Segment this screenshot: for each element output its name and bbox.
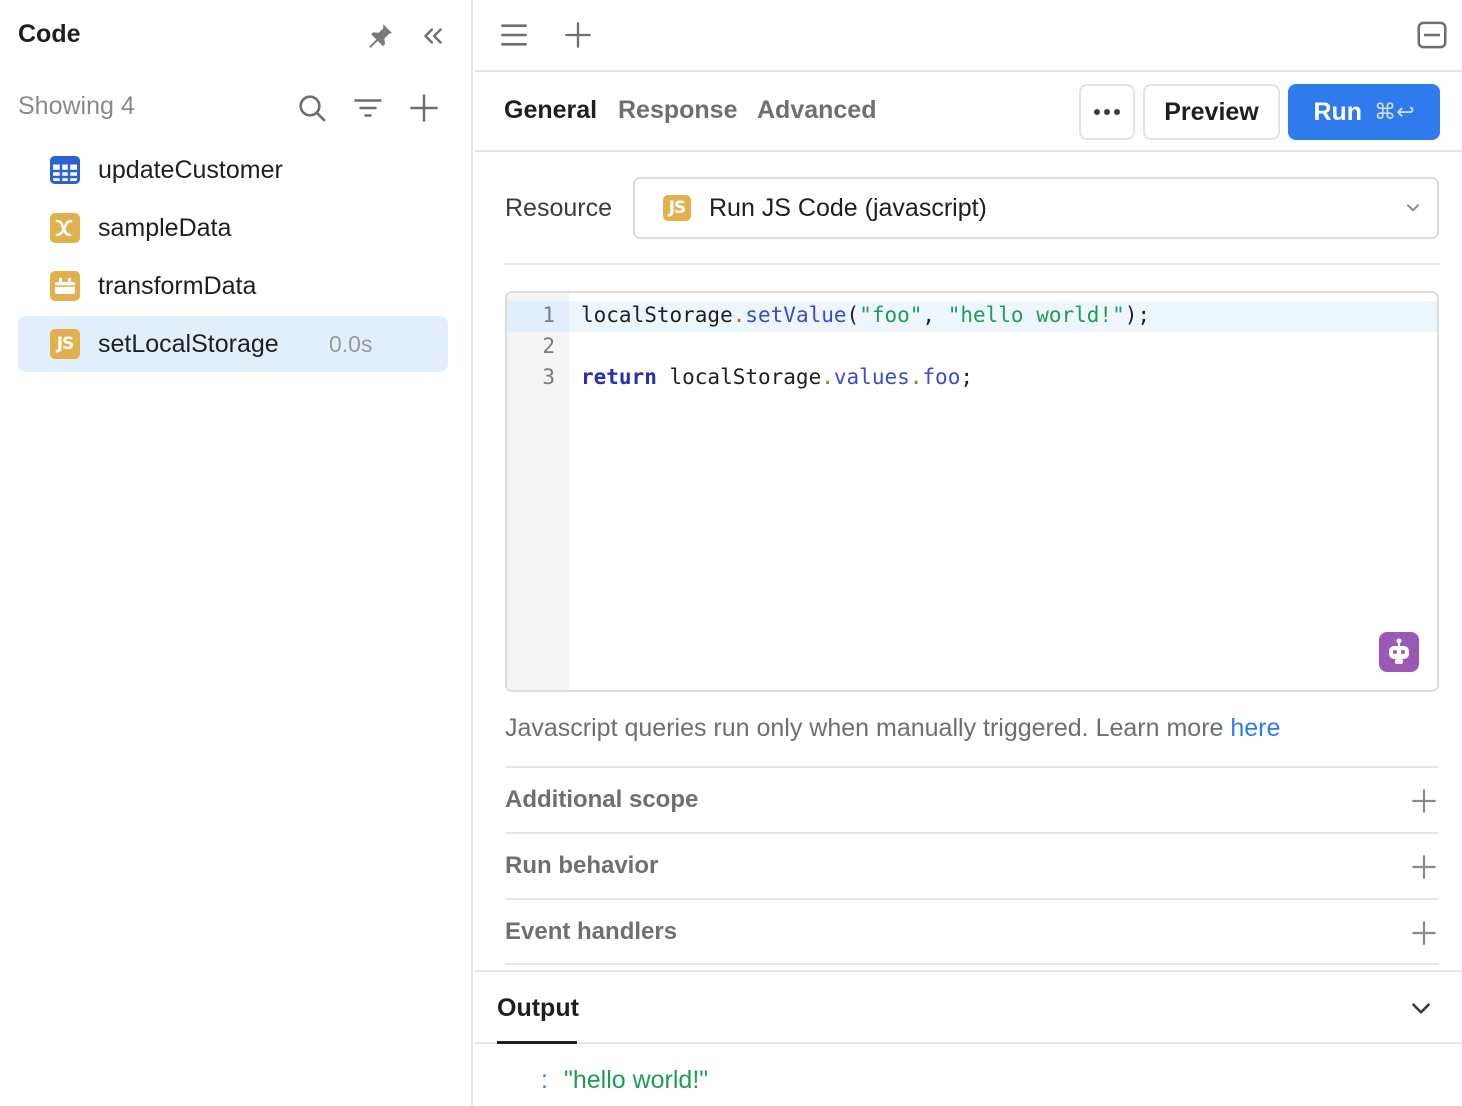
section-title: Event handlers — [505, 918, 678, 945]
code-line-1: localStorage.setValue("foo", "hello worl… — [581, 303, 1151, 327]
plus-icon — [1411, 788, 1437, 819]
js-icon: JS — [50, 329, 80, 359]
tab-advanced[interactable]: Advanced — [757, 96, 876, 125]
divider — [505, 263, 1439, 265]
table-icon — [50, 155, 80, 185]
output-panel-header: Output — [475, 970, 1462, 1044]
section-title: Run behavior — [505, 852, 659, 879]
query-item-transformData[interactable]: transformData — [18, 258, 448, 314]
editor-topbar — [475, 0, 1462, 72]
output-colon: : — [541, 1066, 548, 1094]
output-title[interactable]: Output — [497, 994, 579, 1023]
resource-value: Run JS Code (javascript) — [709, 193, 987, 222]
variable-icon — [50, 213, 80, 243]
note-text: Javascript queries run only when manuall… — [505, 714, 1231, 742]
add-icon[interactable] — [406, 90, 442, 126]
plus-icon — [1411, 854, 1437, 885]
transformer-icon — [50, 271, 80, 301]
output-string: "hello world!" — [563, 1066, 709, 1094]
menu-icon[interactable] — [497, 18, 531, 52]
sidebar-title: Code — [18, 20, 81, 48]
robot-icon — [1389, 638, 1409, 664]
learn-more-link[interactable]: here — [1230, 714, 1280, 742]
divider — [505, 963, 1439, 965]
section-title: Additional scope — [505, 786, 699, 813]
resource-label: Resource — [505, 194, 612, 222]
showing-count: Showing 4 — [18, 92, 135, 120]
query-list: updateCustomer sampleData transformData … — [18, 142, 448, 374]
line-number: 2 — [542, 334, 555, 358]
query-item-label: transformData — [98, 271, 257, 300]
output-tab-indicator — [497, 1041, 577, 1044]
code-editor[interactable]: 1 2 3 localStorage.setValue("foo", "hell… — [505, 291, 1439, 692]
query-item-updateCustomer[interactable]: updateCustomer — [18, 142, 448, 198]
run-shortcut: ⌘↩ — [1374, 99, 1415, 125]
section-additional-scope[interactable]: Additional scope — [505, 766, 1439, 832]
query-item-sampleData[interactable]: sampleData — [18, 200, 448, 256]
line-number: 3 — [542, 365, 555, 389]
code-sidebar: Code Showing 4 updateCustomer sampleData… — [0, 0, 473, 1106]
section-event-handlers[interactable]: Event handlers — [505, 898, 1439, 964]
tab-general[interactable]: General — [504, 96, 597, 125]
query-run-time: 0.0s — [329, 330, 373, 357]
minimize-panel-icon[interactable] — [1415, 18, 1449, 52]
js-icon: JS — [663, 195, 691, 221]
query-item-label: setLocalStorage — [98, 329, 279, 358]
code-line-3: return localStorage.values.foo; — [581, 365, 973, 389]
js-trigger-note: Javascript queries run only when manuall… — [505, 714, 1280, 743]
section-run-behavior[interactable]: Run behavior — [505, 832, 1439, 898]
run-button[interactable]: Run ⌘↩ — [1288, 84, 1440, 140]
query-item-setLocalStorage[interactable]: JS setLocalStorage 0.0s — [18, 316, 448, 372]
chevron-down-icon[interactable] — [1408, 996, 1434, 1027]
ellipsis-icon — [1094, 109, 1120, 115]
more-options-button[interactable] — [1079, 84, 1135, 140]
pin-icon[interactable] — [364, 20, 396, 52]
plus-icon — [1411, 920, 1437, 951]
line-number: 1 — [542, 303, 555, 327]
editor-tabs: General Response Advanced Preview Run ⌘↩ — [475, 72, 1462, 152]
query-item-label: sampleData — [98, 213, 232, 242]
search-icon[interactable] — [294, 90, 330, 126]
query-item-label: updateCustomer — [98, 155, 283, 184]
chevron-down-icon — [1403, 197, 1423, 222]
app-root: Code Showing 4 updateCustomer sampleData… — [0, 0, 1462, 1106]
ai-assist-button[interactable] — [1379, 632, 1419, 672]
query-editor-panel: General Response Advanced Preview Run ⌘↩… — [475, 0, 1462, 1106]
output-value: : "hello world!" — [541, 1066, 708, 1095]
filter-icon[interactable] — [350, 90, 386, 126]
run-button-label: Run — [1313, 97, 1363, 126]
tab-response[interactable]: Response — [618, 96, 737, 125]
resource-select[interactable]: JS Run JS Code (javascript) — [633, 177, 1439, 239]
collapse-sidebar-icon[interactable] — [418, 20, 448, 52]
preview-button[interactable]: Preview — [1143, 84, 1280, 140]
preview-button-label: Preview — [1164, 97, 1259, 126]
new-query-icon[interactable] — [561, 18, 595, 52]
